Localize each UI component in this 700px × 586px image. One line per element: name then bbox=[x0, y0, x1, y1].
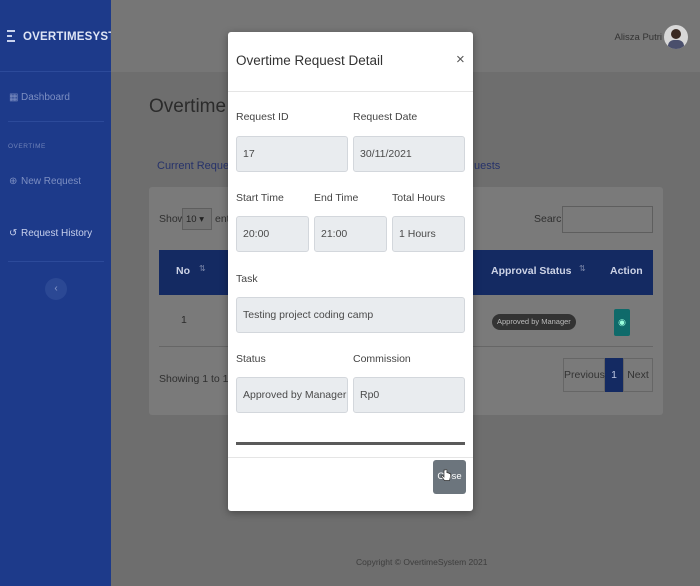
end-time-label: End Time bbox=[314, 192, 359, 204]
pagination-previous[interactable]: Previous bbox=[563, 358, 605, 392]
start-time-label: Start Time bbox=[236, 192, 284, 204]
menu-toggle-icon[interactable] bbox=[7, 30, 15, 45]
commission-label: Commission bbox=[353, 353, 411, 365]
modal-title: Overtime Request Detail bbox=[236, 53, 384, 68]
user-avatar-icon[interactable] bbox=[664, 25, 688, 49]
pagination-next[interactable]: Next bbox=[623, 358, 653, 392]
sidebar-item-label: Dashboard bbox=[21, 92, 70, 103]
sidebar-divider bbox=[8, 261, 104, 262]
task-label: Task bbox=[236, 273, 258, 285]
sidebar-item-request-history[interactable]: ↺ Request History bbox=[9, 228, 92, 239]
request-id-field[interactable]: 17 bbox=[236, 136, 348, 172]
pagination-page-1[interactable]: 1 bbox=[605, 358, 623, 392]
modal-footer-border bbox=[228, 457, 473, 458]
end-time-field[interactable]: 21:00 bbox=[314, 216, 387, 252]
column-header-no[interactable]: No bbox=[176, 265, 190, 277]
eye-icon: ◉ bbox=[618, 317, 626, 327]
sidebar-section-heading: OVERTIME bbox=[8, 143, 46, 150]
sidebar-item-label: Request History bbox=[21, 228, 93, 239]
modal-divider bbox=[236, 442, 465, 445]
request-date-label: Request Date bbox=[353, 111, 418, 123]
close-icon[interactable]: × bbox=[456, 51, 465, 68]
footer-copyright: Copyright © OvertimeSystem 2021 bbox=[356, 557, 488, 567]
sidebar-divider bbox=[8, 121, 104, 122]
hand-cursor-icon bbox=[441, 469, 451, 481]
status-label: Status bbox=[236, 353, 266, 365]
total-hours-label: Total Hours bbox=[392, 192, 446, 204]
sort-icon[interactable]: ⇅ bbox=[579, 264, 586, 273]
request-detail-modal: Overtime Request Detail × Request ID 17 … bbox=[228, 32, 473, 511]
user-name[interactable]: Alisza Putri bbox=[614, 32, 662, 43]
sidebar: OVERTIMESYSTEM ▦ Dashboard OVERTIME ⊕ New … bbox=[0, 0, 133, 586]
view-detail-button[interactable]: ◉ bbox=[614, 309, 630, 336]
total-hours-field[interactable]: 1 Hours bbox=[392, 216, 465, 252]
sidebar-item-dashboard[interactable]: ▦ Dashboard bbox=[9, 92, 70, 103]
start-time-field[interactable]: 20:00 bbox=[236, 216, 309, 252]
modal-header: Overtime Request Detail × bbox=[228, 32, 473, 92]
request-id-label: Request ID bbox=[236, 111, 289, 123]
close-button[interactable]: Close bbox=[433, 460, 466, 494]
search-input[interactable] bbox=[562, 206, 653, 233]
column-header-approval-status[interactable]: Approval Status bbox=[491, 265, 572, 277]
sidebar-item-new-request[interactable]: ⊕ New Request bbox=[9, 176, 81, 187]
chevron-left-icon: ‹ bbox=[54, 283, 58, 294]
dashboard-icon: ▦ bbox=[9, 92, 19, 103]
task-field[interactable]: Testing project coding camp bbox=[236, 297, 465, 333]
status-field[interactable]: Approved by Manager bbox=[236, 377, 348, 413]
tab-requests[interactable]: uests bbox=[474, 160, 500, 172]
history-icon: ↺ bbox=[9, 228, 18, 239]
row-number: 1 bbox=[181, 314, 187, 326]
status-badge: Approved by Manager bbox=[492, 314, 576, 330]
sidebar-collapse-button[interactable]: ‹ bbox=[45, 278, 67, 300]
commission-field[interactable]: Rp0 bbox=[353, 377, 465, 413]
sort-icon[interactable]: ⇅ bbox=[199, 264, 206, 273]
column-header-action: Action bbox=[610, 265, 643, 277]
sidebar-item-label: New Request bbox=[21, 176, 82, 187]
request-date-field[interactable]: 30/11/2021 bbox=[353, 136, 465, 172]
plus-circle-icon: ⊕ bbox=[9, 176, 18, 187]
brand: OVERTIMESYSTEM bbox=[0, 0, 133, 72]
page-size-select[interactable]: 10 ▾ bbox=[182, 208, 212, 230]
